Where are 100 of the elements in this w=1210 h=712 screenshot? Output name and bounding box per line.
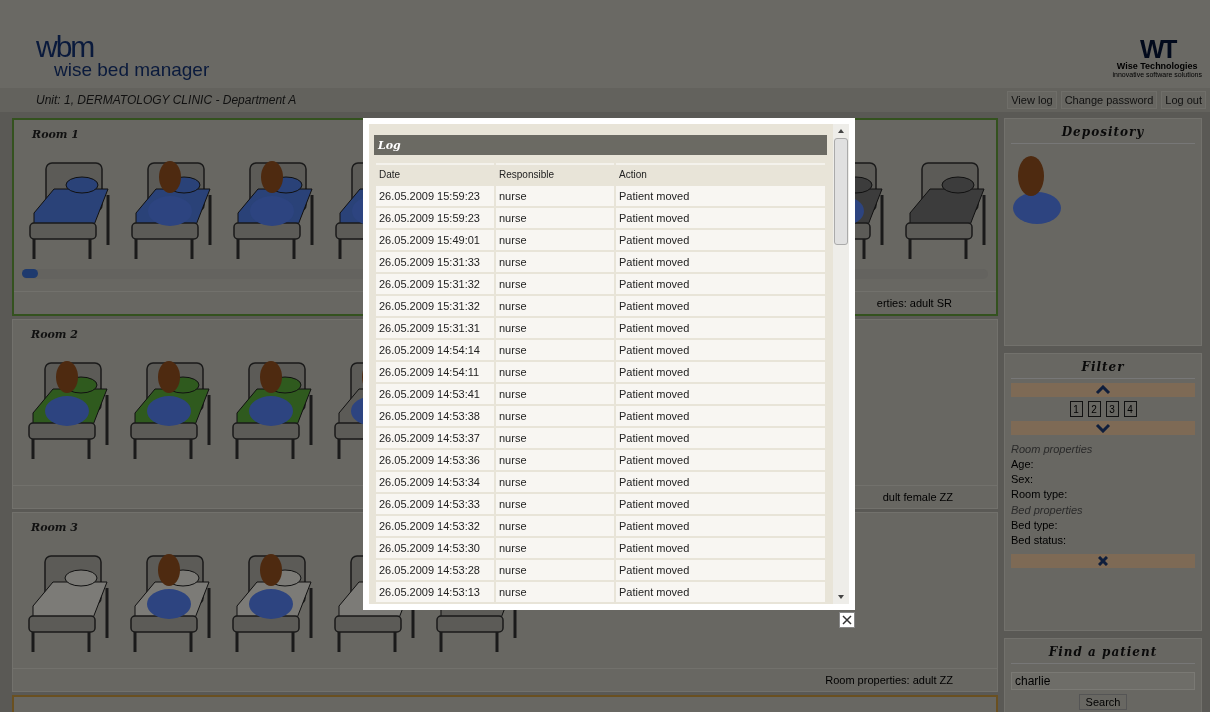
page-button[interactable]: 2 [1087, 401, 1101, 417]
nav-link[interactable]: View log [1007, 91, 1057, 109]
table-cell: 26.05.2009 14:54:14 [376, 340, 494, 360]
table-cell: Patient moved [616, 406, 825, 426]
table-cell: nurse [496, 252, 614, 272]
table-cell: 26.05.2009 15:59:23 [376, 186, 494, 206]
patient-icon[interactable] [1011, 154, 1063, 226]
room-properties: erties: adult SR [876, 297, 952, 309]
table-cell: 26.05.2009 15:31:33 [376, 252, 494, 272]
table-cell: 26.05.2009 15:31:32 [376, 274, 494, 294]
table-cell: 26.05.2009 14:53:36 [376, 450, 494, 470]
table-cell: Patient moved [616, 538, 825, 558]
table-cell: Patient moved [616, 252, 825, 272]
table-cell: Patient moved [616, 230, 825, 250]
table-cell: nurse [496, 340, 614, 360]
table-cell: nurse [496, 560, 614, 580]
nav-link[interactable]: Change password [1060, 91, 1158, 109]
table-cell: 26.05.2009 14:53:38 [376, 406, 494, 426]
table-cell: nurse [496, 538, 614, 558]
section-heading: Bed properties [1011, 504, 1084, 516]
panel-title: Depository [1011, 119, 1195, 144]
table-cell: nurse [496, 318, 614, 338]
table-cell: Patient moved [616, 494, 825, 514]
table-cell: nurse [496, 186, 614, 206]
scroll-up-button[interactable] [1011, 383, 1195, 397]
table-cell: 26.05.2009 14:53:28 [376, 560, 494, 580]
table-cell: 26.05.2009 14:53:13 [376, 582, 494, 602]
room-title: Room 3 [31, 521, 78, 534]
table-cell: Patient moved [616, 318, 825, 338]
close-icon [1098, 556, 1108, 566]
table-cell: Patient moved [616, 340, 825, 360]
logo-mark: wbm [36, 34, 95, 60]
table-cell: Patient moved [616, 560, 825, 580]
table-cell: nurse [496, 494, 614, 514]
scrollbar-thumb[interactable] [834, 138, 848, 245]
table-cell: 26.05.2009 14:53:41 [376, 384, 494, 404]
filter-label: Bed status: [1011, 534, 1068, 546]
table-cell: Patient moved [616, 472, 825, 492]
table-cell: nurse [496, 274, 614, 294]
clear-filter-button[interactable] [1011, 554, 1195, 568]
scrollbar-thumb[interactable] [22, 269, 38, 278]
table-cell: Patient moved [616, 362, 825, 382]
room-properties: dult female ZZ [882, 491, 953, 503]
table-cell: 26.05.2009 14:53:32 [376, 516, 494, 536]
room-title: Room 2 [31, 328, 78, 341]
table-cell: nurse [496, 208, 614, 228]
table-cell: 26.05.2009 15:59:23 [376, 208, 494, 228]
search-button[interactable]: Search [1078, 694, 1128, 710]
table-cell: nurse [496, 384, 614, 404]
table-cell: Patient moved [616, 428, 825, 448]
table-cell: 26.05.2009 15:49:01 [376, 230, 494, 250]
room-properties: Room properties: adult ZZ [825, 674, 953, 686]
table-cell: 26.05.2009 15:31:32 [376, 296, 494, 316]
table-cell: nurse [496, 406, 614, 426]
panel-title: Find a patient [1011, 639, 1195, 664]
close-button[interactable] [839, 612, 855, 628]
table-cell: Patient moved [616, 274, 825, 294]
table-cell: Patient moved [616, 450, 825, 470]
logo-text: wise bed manager [54, 60, 210, 80]
filter-label: Age: [1011, 458, 1035, 470]
table-cell: 26.05.2009 14:53:30 [376, 538, 494, 558]
table-cell: 26.05.2009 14:53:34 [376, 472, 494, 492]
table-cell: Patient moved [616, 208, 825, 228]
filter-label: Bed type: [1011, 519, 1059, 531]
chevron-down-icon [1095, 423, 1111, 433]
table-cell: nurse [496, 472, 614, 492]
table-cell: nurse [496, 516, 614, 536]
table-cell: 26.05.2009 14:53:37 [376, 428, 494, 448]
table-cell: 26.05.2009 14:54:11 [376, 362, 494, 382]
chevron-up-icon [1095, 385, 1111, 395]
table-cell: 26.05.2009 15:31:31 [376, 318, 494, 338]
table-cell: Patient moved [616, 296, 825, 316]
unit-title: Unit: 1, DERMATOLOGY CLINIC - Department A [36, 93, 297, 107]
page-button[interactable]: 1 [1069, 401, 1083, 417]
filter-label: Sex: [1011, 473, 1034, 485]
panel-title: Filter [1011, 354, 1195, 379]
close-icon [842, 615, 852, 625]
table-cell: nurse [496, 428, 614, 448]
table-cell: Patient moved [616, 186, 825, 206]
table-cell: nurse [496, 582, 614, 602]
nav-link[interactable]: Log out [1161, 91, 1206, 109]
table-cell: nurse [496, 362, 614, 382]
table-cell: nurse [496, 296, 614, 316]
table-cell: Patient moved [616, 384, 825, 404]
table-cell: Patient moved [616, 582, 825, 602]
search-field[interactable]: charlie [1011, 672, 1195, 690]
table-cell: nurse [496, 450, 614, 470]
company-logo-mark: WT [1140, 37, 1175, 61]
company-name: Wise Technologies [1116, 61, 1198, 71]
section-heading: Room properties [1011, 443, 1094, 455]
room-title: Room 1 [32, 128, 79, 141]
table-cell: nurse [496, 230, 614, 250]
dialog-title: Log [374, 135, 827, 155]
vertical-scrollbar[interactable] [833, 124, 849, 604]
page-button[interactable]: 4 [1123, 401, 1137, 417]
scroll-down-button[interactable] [1011, 421, 1195, 435]
table-cell: 26.05.2009 14:53:33 [376, 494, 494, 514]
page-button[interactable]: 3 [1105, 401, 1119, 417]
filter-label: Room type: [1011, 488, 1069, 500]
table-cell: Patient moved [616, 516, 825, 536]
